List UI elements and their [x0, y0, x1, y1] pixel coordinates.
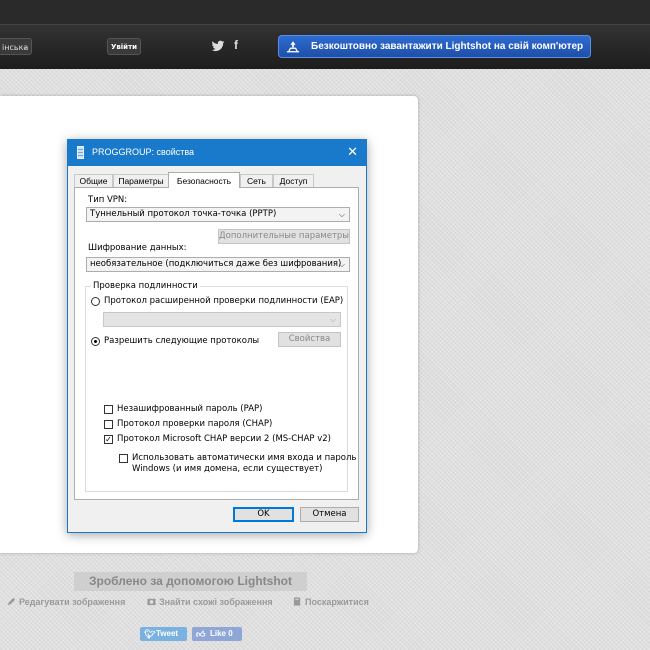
chap-checkbox[interactable]	[104, 420, 113, 429]
flag-icon	[293, 597, 301, 606]
dialog-title: PROGGROUP: свойства	[92, 147, 195, 157]
allow-protocols-radio[interactable]	[91, 337, 100, 346]
made-with-lightshot[interactable]: Зроблено за допомогою Lightshot	[74, 572, 307, 591]
encryption-label: Шифрование данных:	[88, 243, 187, 253]
tab-network[interactable]: Сеть	[240, 174, 273, 187]
eap-method-select[interactable]: ⌵	[103, 312, 341, 327]
like-button[interactable]: 👍︎ Like 0	[192, 627, 242, 641]
tweet-label: Tweet	[156, 629, 179, 638]
mschapv2-label: Протокол Microsoft CHAP версии 2 (MS-CHA…	[117, 434, 331, 444]
autologon-label-line1: Использовать автоматически имя входа и п…	[132, 453, 357, 463]
autologon-label-line2: Windows (и имя домена, если существует)	[132, 464, 323, 474]
network-connection-icon	[77, 146, 84, 159]
eap-radio-label: Протокол расширенной проверки подлинност…	[104, 296, 344, 306]
cloud-download-icon	[286, 41, 300, 53]
close-icon[interactable]: ✕	[347, 144, 358, 160]
download-button-label: Безкоштовно завантажити Lightshot на сві…	[311, 41, 584, 52]
edit-image-link[interactable]: Редагувати зображення	[7, 597, 125, 607]
report-link[interactable]: Поскаржитися	[293, 597, 369, 607]
vpn-type-label: Тип VPN:	[88, 195, 128, 205]
like-label: Like 0	[210, 629, 233, 638]
facebook-icon[interactable]: f	[234, 38, 238, 52]
tab-general[interactable]: Общие	[74, 174, 113, 187]
pap-label: Незашифрованный пароль (PAP)	[117, 404, 263, 414]
top-strip	[0, 0, 650, 25]
navigation-bar: інська ⌄ Увійти f Безкоштовно завантажит…	[0, 25, 650, 69]
pencil-icon	[7, 597, 16, 606]
find-similar-link[interactable]: Знайти схожі зображення	[147, 597, 273, 607]
encryption-value: необязательное (подключиться даже без ши…	[90, 259, 342, 269]
ok-button[interactable]: OK	[233, 507, 294, 522]
language-select[interactable]: інська ⌄	[0, 38, 32, 55]
twitter-icon: 🐦︎	[144, 629, 156, 639]
pap-checkbox[interactable]	[104, 405, 113, 414]
tab-sharing[interactable]: Доступ	[273, 174, 314, 187]
login-button[interactable]: Увійти	[107, 38, 141, 55]
authentication-group-label: Проверка подлинности	[91, 281, 200, 291]
chevron-down-icon: ⌵	[338, 260, 345, 269]
tweet-button[interactable]: 🐦︎ Tweet	[140, 627, 187, 641]
eap-radio[interactable]	[91, 297, 100, 306]
cancel-button[interactable]: Отмена	[300, 507, 359, 522]
autologon-checkbox[interactable]	[119, 454, 128, 463]
tab-security[interactable]: Безопасность	[168, 172, 240, 188]
chevron-down-icon: ⌄	[22, 43, 28, 51]
twitter-icon[interactable]	[211, 39, 225, 53]
advanced-settings-button[interactable]: Дополнительные параметры	[218, 229, 350, 244]
vpn-type-select[interactable]: Туннельный протокол точка-точка (PPTP) ⌵	[86, 207, 350, 222]
download-button[interactable]: Безкоштовно завантажити Lightshot на сві…	[278, 35, 591, 58]
encryption-select[interactable]: необязательное (подключиться даже без ши…	[86, 257, 350, 272]
chevron-down-icon: ⌵	[329, 315, 336, 324]
vpn-type-value: Туннельный протокол точка-точка (PPTP)	[90, 209, 277, 219]
chap-label: Протокол проверки пароля (CHAP)	[117, 419, 273, 429]
tab-parameters[interactable]: Параметры	[113, 174, 169, 187]
mschapv2-checkbox[interactable]: ✓	[104, 435, 113, 444]
allow-protocols-label: Разрешить следующие протоколы	[104, 336, 260, 346]
thumbs-up-icon: 👍︎	[196, 629, 206, 639]
find-similar-label: Знайти схожі зображення	[159, 597, 273, 607]
properties-button[interactable]: Свойства	[278, 332, 341, 347]
camera-icon	[147, 598, 156, 606]
dialog-titlebar[interactable]: PROGGROUP: свойства ✕	[68, 140, 366, 166]
chevron-down-icon: ⌵	[338, 210, 345, 219]
edit-image-label: Редагувати зображення	[19, 597, 126, 607]
report-label: Поскаржитися	[305, 597, 369, 607]
